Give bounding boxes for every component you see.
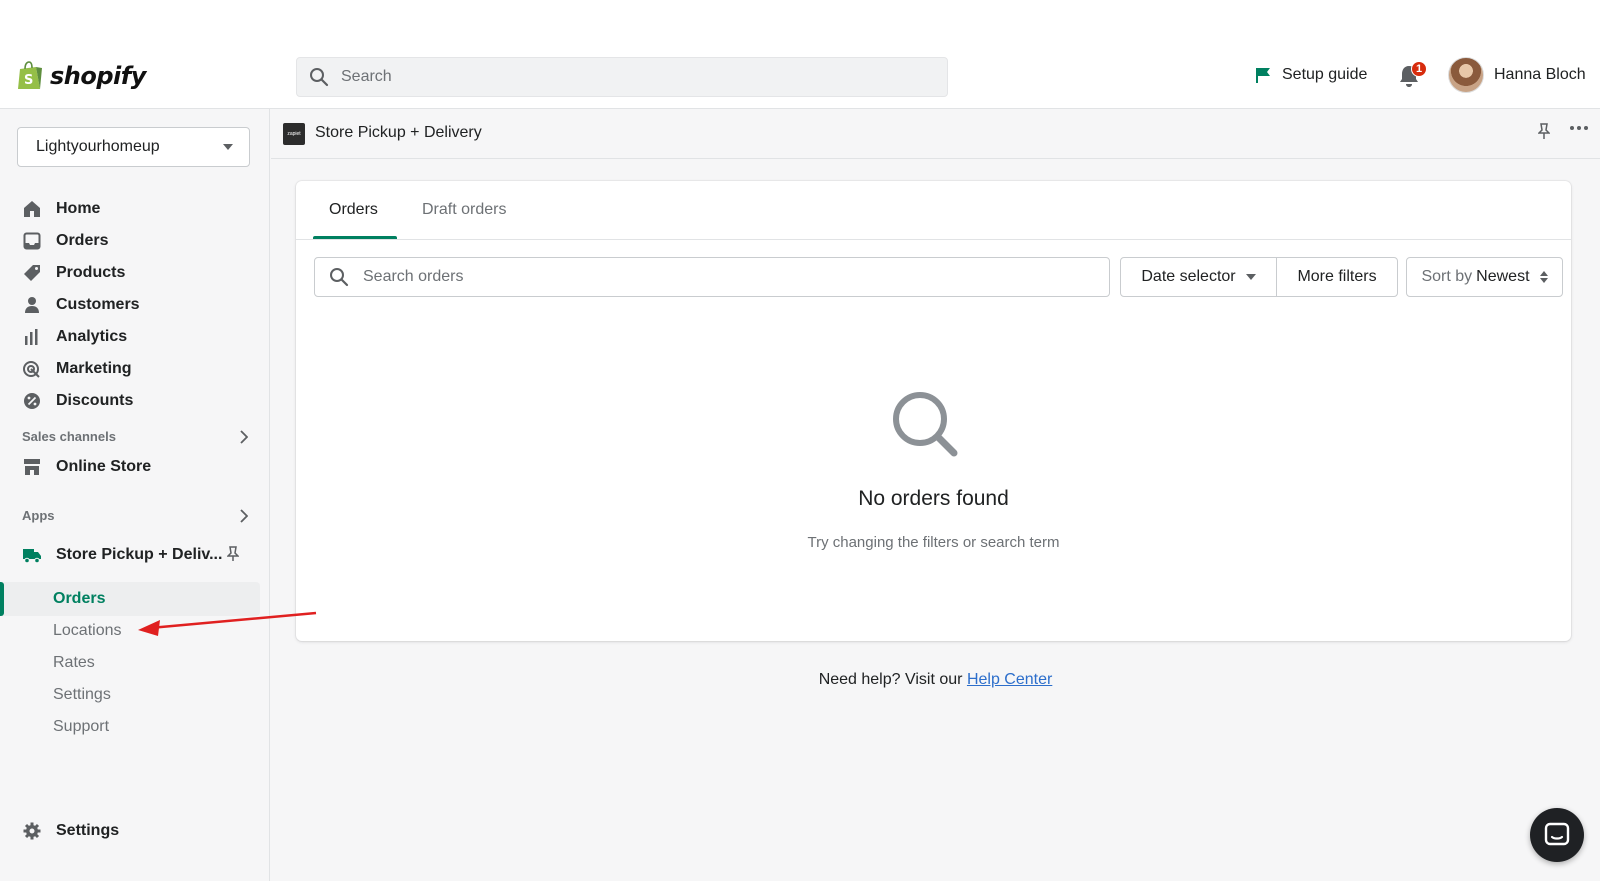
pin-icon[interactable] [227,546,239,562]
person-icon [22,295,42,315]
flag-icon [1256,68,1270,83]
sidebar-item-label: Home [56,200,101,217]
sidebar-item-settings[interactable]: Settings [22,817,119,845]
sidebar-item-label: Customers [56,296,140,313]
sidebar-item-label: Discounts [56,392,134,409]
tab-label: Draft orders [422,201,507,218]
sales-channels-label: Sales channels [22,429,116,444]
tab-label: Orders [329,201,378,218]
help-center-link[interactable]: Help Center [967,671,1052,688]
sidebar-item-marketing[interactable]: Marketing [22,355,132,383]
truck-icon [22,545,42,565]
sidebar-sub-rates[interactable]: Rates [53,649,95,677]
sidebar-item-customers[interactable]: Customers [22,291,140,319]
sidebar: Lightyourhomeup Home Orders Products Cus… [0,109,270,881]
sidebar-active-highlight [0,582,260,616]
empty-state-subtitle: Try changing the filters or search term [807,534,1060,551]
top-strip [0,0,1600,24]
sidebar-item-online-store[interactable]: Online Store [22,453,151,481]
sidebar-item-label: Store Pickup + Deliv... [56,546,223,563]
setup-guide-label: Setup guide [1282,66,1368,83]
sidebar-sub-settings[interactable]: Settings [53,681,111,709]
global-search[interactable] [296,57,948,97]
app-header: zapiet Store Pickup + Delivery [271,109,1600,159]
sidebar-sub-locations[interactable]: Locations [53,617,122,645]
app-title: Store Pickup + Delivery [315,124,482,141]
user-menu[interactable]: Hanna Bloch [1448,57,1586,93]
top-bar: S shopify Setup guide 1 Hanna Bloch [0,24,1600,109]
svg-text:S: S [24,73,33,88]
gear-icon [22,821,42,841]
shopify-wordmark: shopify [50,62,146,90]
user-name: Hanna Bloch [1494,66,1586,83]
tab-draft-orders[interactable]: Draft orders [422,201,506,240]
orders-icon [22,231,42,251]
apps-header[interactable]: Apps [22,508,248,523]
sidebar-item-home[interactable]: Home [22,195,100,223]
main-content: zapiet Store Pickup + Delivery Orders Dr… [271,109,1600,881]
chevron-right-icon [240,508,248,523]
notifications-button[interactable]: 1 [1398,61,1427,94]
tab-orders[interactable]: Orders [313,201,397,240]
sidebar-sub-support[interactable]: Support [53,713,109,741]
pin-icon[interactable] [1538,123,1550,141]
sort-select[interactable]: Sort by Newest [1406,257,1563,297]
empty-state-title: No orders found [858,487,1009,510]
order-search[interactable] [314,257,1110,297]
sidebar-item-analytics[interactable]: Analytics [22,323,127,351]
sidebar-item-label: Settings [56,822,120,839]
sidebar-item-label: Marketing [56,360,132,377]
date-selector-label: Date selector [1141,268,1236,285]
sort-by-label: Sort by [1421,268,1473,285]
sidebar-item-products[interactable]: Products [22,259,125,287]
sidebar-item-label: Orders [56,232,109,249]
notification-badge: 1 [1411,61,1427,77]
app-logo: zapiet [283,123,305,145]
store-icon [22,457,42,477]
tab-underline [313,236,397,239]
chat-icon [1544,822,1570,846]
help-text: Need help? Visit our [818,671,963,688]
sort-arrows-icon [1539,271,1548,283]
store-name: Lightyourhomeup [36,138,160,155]
orders-card: Orders Draft orders Date selector More f… [296,181,1571,641]
chat-button[interactable] [1530,808,1584,862]
avatar [1448,57,1484,93]
discount-icon [22,391,42,411]
date-selector-button[interactable]: Date selector [1120,257,1277,297]
bar-chart-icon [22,327,42,347]
tag-icon [22,263,42,283]
home-icon [22,199,42,219]
sidebar-item-orders[interactable]: Orders [22,227,108,255]
more-filters-label: More filters [1297,268,1377,285]
shopify-logo[interactable]: S shopify [16,60,146,92]
store-selector[interactable]: Lightyourhomeup [17,127,250,167]
more-actions-icon[interactable] [1569,125,1589,131]
caret-down-icon [1245,274,1256,280]
empty-search-icon [893,392,958,457]
shopify-bag-icon: S [18,61,42,89]
help-footer: Need help? Visit our Help Center [271,671,1600,689]
search-icon [330,268,349,287]
sidebar-item-label: Online Store [56,458,152,475]
tab-bar: Orders Draft orders [296,181,1571,240]
sort-by-value: Newest [1476,268,1530,285]
setup-guide-button[interactable]: Setup guide [1254,66,1367,84]
target-icon [22,359,42,379]
sidebar-item-discounts[interactable]: Discounts [22,387,133,415]
sidebar-sub-orders[interactable]: Orders [53,585,105,613]
sidebar-item-store-pickup[interactable]: Store Pickup + Deliv... [22,541,248,569]
caret-down-icon [223,144,233,150]
global-search-input[interactable] [341,68,901,86]
search-icon [310,68,329,87]
apps-label: Apps [22,508,55,523]
more-filters-button[interactable]: More filters [1276,257,1398,297]
sales-channels-header[interactable]: Sales channels [22,429,248,444]
sidebar-item-label: Analytics [56,328,128,345]
sidebar-item-label: Products [56,264,126,281]
active-indicator [0,582,4,616]
chevron-right-icon [240,429,248,444]
order-search-input[interactable] [363,268,1063,286]
